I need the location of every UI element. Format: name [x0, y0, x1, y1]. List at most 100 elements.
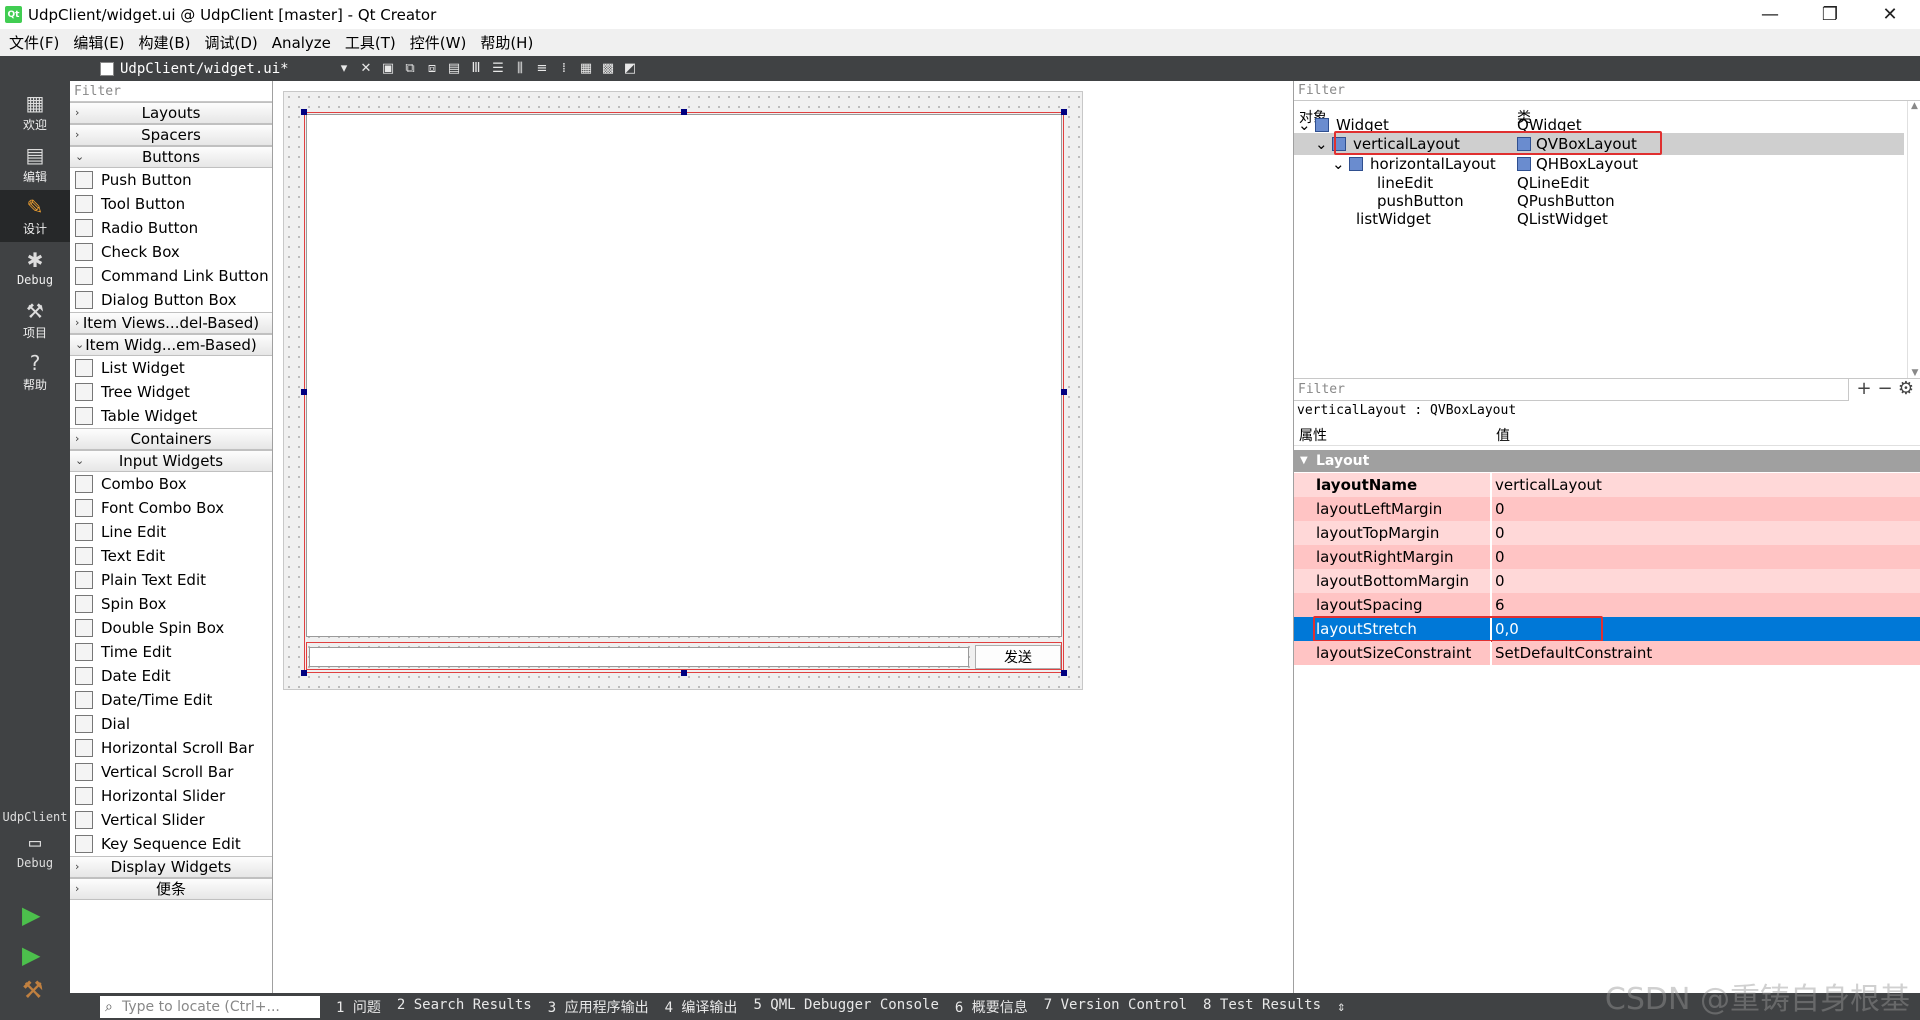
- maximize-button[interactable]: ❐: [1800, 0, 1860, 29]
- property-value[interactable]: 6: [1492, 593, 1920, 617]
- property-row-layoutsizeconstraint[interactable]: layoutSizeConstraint SetDefaultConstraint: [1294, 641, 1920, 665]
- property-row-layouttopmargin[interactable]: layoutTopMargin 0: [1294, 521, 1920, 545]
- widget-item-time-edit[interactable]: Time Edit: [70, 640, 272, 664]
- widget-category-input-widgets[interactable]: ⌄ Input Widgets: [70, 450, 272, 472]
- open-document-combo[interactable]: UdpClient/widget.ui*: [100, 61, 335, 77]
- property-value[interactable]: 0: [1492, 545, 1920, 569]
- menu-edit[interactable]: 编辑(E): [66, 32, 131, 53]
- list-widget[interactable]: [306, 114, 1062, 637]
- widget-item-vertical-scroll-bar[interactable]: Vertical Scroll Bar: [70, 760, 272, 784]
- output-tab-6[interactable]: 6 概要信息: [955, 997, 1028, 1017]
- widget-item-push-button[interactable]: Push Button: [70, 168, 272, 192]
- widget-item-vertical-slider[interactable]: Vertical Slider: [70, 808, 272, 832]
- widget-item-plain-text-edit[interactable]: Plain Text Edit: [70, 568, 272, 592]
- line-edit[interactable]: [309, 647, 969, 667]
- layout-hsplitter-icon[interactable]: ⫼: [511, 60, 529, 78]
- widget-item-key-sequence-edit[interactable]: Key Sequence Edit: [70, 832, 272, 856]
- resize-handle[interactable]: [681, 109, 687, 115]
- widget-category-item-widg-em-based[interactable]: ⌄ Item Widg...em-Based): [70, 334, 272, 356]
- widget-item-double-spin-box[interactable]: Double Spin Box: [70, 616, 272, 640]
- widget-item-check-box[interactable]: Check Box: [70, 240, 272, 264]
- menu-debug[interactable]: 调试(D): [198, 32, 265, 53]
- widget-item-tree-widget[interactable]: Tree Widget: [70, 380, 272, 404]
- edit-buddies-icon[interactable]: ⧈: [423, 60, 441, 78]
- widget-item-horizontal-scroll-bar[interactable]: Horizontal Scroll Bar: [70, 736, 272, 760]
- widget-item-text-edit[interactable]: Text Edit: [70, 544, 272, 568]
- property-value[interactable]: 0: [1492, 497, 1920, 521]
- property-row-layoutbottommargin[interactable]: layoutBottomMargin 0: [1294, 569, 1920, 593]
- send-button[interactable]: 发送: [975, 645, 1061, 669]
- menu-help[interactable]: 帮助(H): [473, 32, 540, 53]
- locator-input[interactable]: ⌕ Type to locate (Ctrl+...: [100, 995, 320, 1018]
- output-tab-4[interactable]: 4 编译输出: [665, 997, 738, 1017]
- layout-horizontal-icon[interactable]: Ⅲ: [467, 60, 485, 78]
- menu-tools[interactable]: 工具(T): [338, 32, 403, 53]
- run-icon[interactable]: ▶: [22, 901, 40, 929]
- widget-category-cat8[interactable]: › 便条: [70, 878, 272, 900]
- menu-analyze[interactable]: Analyze: [265, 34, 338, 52]
- mode-help[interactable]: ? 帮助: [0, 346, 70, 398]
- vertical-layout[interactable]: 发送: [304, 112, 1064, 673]
- form-editor-canvas[interactable]: 发送: [273, 81, 1293, 993]
- mode-projects[interactable]: ⚒ 项目: [0, 294, 70, 346]
- mode-design[interactable]: ✎ 设计: [0, 190, 70, 242]
- widget-item-horizontal-slider[interactable]: Horizontal Slider: [70, 784, 272, 808]
- edit-widgets-icon[interactable]: ▣: [379, 60, 397, 78]
- scroll-up-icon[interactable]: ▲: [1908, 101, 1920, 111]
- property-group-layout[interactable]: ▼ Layout: [1294, 450, 1920, 472]
- object-row-verticallayout[interactable]: ⌄ verticalLayout QVBoxLayout: [1294, 131, 1904, 155]
- object-filter-input[interactable]: Filter: [1294, 81, 1920, 101]
- widget-category-containers[interactable]: › Containers: [70, 428, 272, 450]
- widget-category-buttons[interactable]: ⌄ Buttons: [70, 146, 272, 168]
- widget-item-combo-box[interactable]: Combo Box: [70, 472, 272, 496]
- property-value[interactable]: 0: [1492, 521, 1920, 545]
- property-row-layoutstretch[interactable]: layoutStretch 0,0: [1294, 616, 1920, 642]
- build-hammer-icon[interactable]: ⚒: [22, 976, 44, 1004]
- dropdown-arrow-icon[interactable]: ▾: [335, 60, 353, 78]
- kit-selector[interactable]: UdpClient ▭ Debug: [0, 810, 70, 870]
- widget-category-spacers[interactable]: › Spacers: [70, 124, 272, 146]
- menu-file[interactable]: 文件(F): [2, 32, 66, 53]
- layout-grid-icon[interactable]: ▦: [577, 60, 595, 78]
- layout-form-icon[interactable]: ⁞: [555, 60, 573, 78]
- resize-handle[interactable]: [1061, 670, 1067, 676]
- scroll-down-icon[interactable]: ▼: [1908, 368, 1920, 378]
- widget-category-layouts[interactable]: › Layouts: [70, 102, 272, 124]
- output-pane-toggle-icon[interactable]: ⇕: [1337, 999, 1345, 1015]
- property-filter-input[interactable]: Filter: [1294, 379, 1849, 401]
- chevron-down-icon[interactable]: ⌄: [1332, 155, 1345, 173]
- menu-build[interactable]: 构建(B): [132, 32, 198, 53]
- widget-item-date-time-edit[interactable]: Date/Time Edit: [70, 688, 272, 712]
- widget-item-tool-button[interactable]: Tool Button: [70, 192, 272, 216]
- edit-signals-icon[interactable]: ⧉: [401, 60, 419, 78]
- widget-item-dialog-button-box[interactable]: Dialog Button Box: [70, 288, 272, 312]
- resize-handle[interactable]: [681, 670, 687, 676]
- widget-filter-input[interactable]: Filter: [70, 81, 272, 102]
- resize-handle[interactable]: [1061, 389, 1067, 395]
- property-row-layoutleftmargin[interactable]: layoutLeftMargin 0: [1294, 497, 1920, 521]
- horizontal-layout[interactable]: 发送: [306, 642, 1062, 670]
- widget-item-table-widget[interactable]: Table Widget: [70, 404, 272, 428]
- remove-property-icon[interactable]: −: [1874, 379, 1896, 401]
- widget-item-radio-button[interactable]: Radio Button: [70, 216, 272, 240]
- chevron-down-icon[interactable]: ⌄: [1298, 116, 1311, 134]
- property-row-layoutname[interactable]: layoutName verticalLayout: [1294, 473, 1920, 497]
- widget-item-command-link-button[interactable]: Command Link Button: [70, 264, 272, 288]
- resize-handle[interactable]: [301, 670, 307, 676]
- form-widget[interactable]: 发送: [283, 91, 1083, 690]
- output-tab-2[interactable]: 2 Search Results: [397, 997, 532, 1017]
- property-row-layoutrightmargin[interactable]: layoutRightMargin 0: [1294, 545, 1920, 569]
- break-layout-icon[interactable]: ▩: [599, 60, 617, 78]
- widget-item-list-widget[interactable]: List Widget: [70, 356, 272, 380]
- object-scrollbar[interactable]: ▲ ▼: [1907, 101, 1920, 378]
- layout-vsplitter-icon[interactable]: ≡: [533, 60, 551, 78]
- resize-handle[interactable]: [301, 389, 307, 395]
- menu-widgets[interactable]: 控件(W): [403, 32, 474, 53]
- output-tab-1[interactable]: 1 问题: [336, 997, 381, 1017]
- close-document-icon[interactable]: ✕: [357, 60, 375, 78]
- property-value[interactable]: verticalLayout: [1492, 473, 1920, 497]
- edit-tab-order-icon[interactable]: ▤: [445, 60, 463, 78]
- output-tab-7[interactable]: 7 Version Control: [1044, 997, 1187, 1017]
- widget-category-item-views-del-based[interactable]: › Item Views...del-Based): [70, 312, 272, 334]
- object-row-listwidget[interactable]: listWidget QListWidget: [1294, 208, 1904, 230]
